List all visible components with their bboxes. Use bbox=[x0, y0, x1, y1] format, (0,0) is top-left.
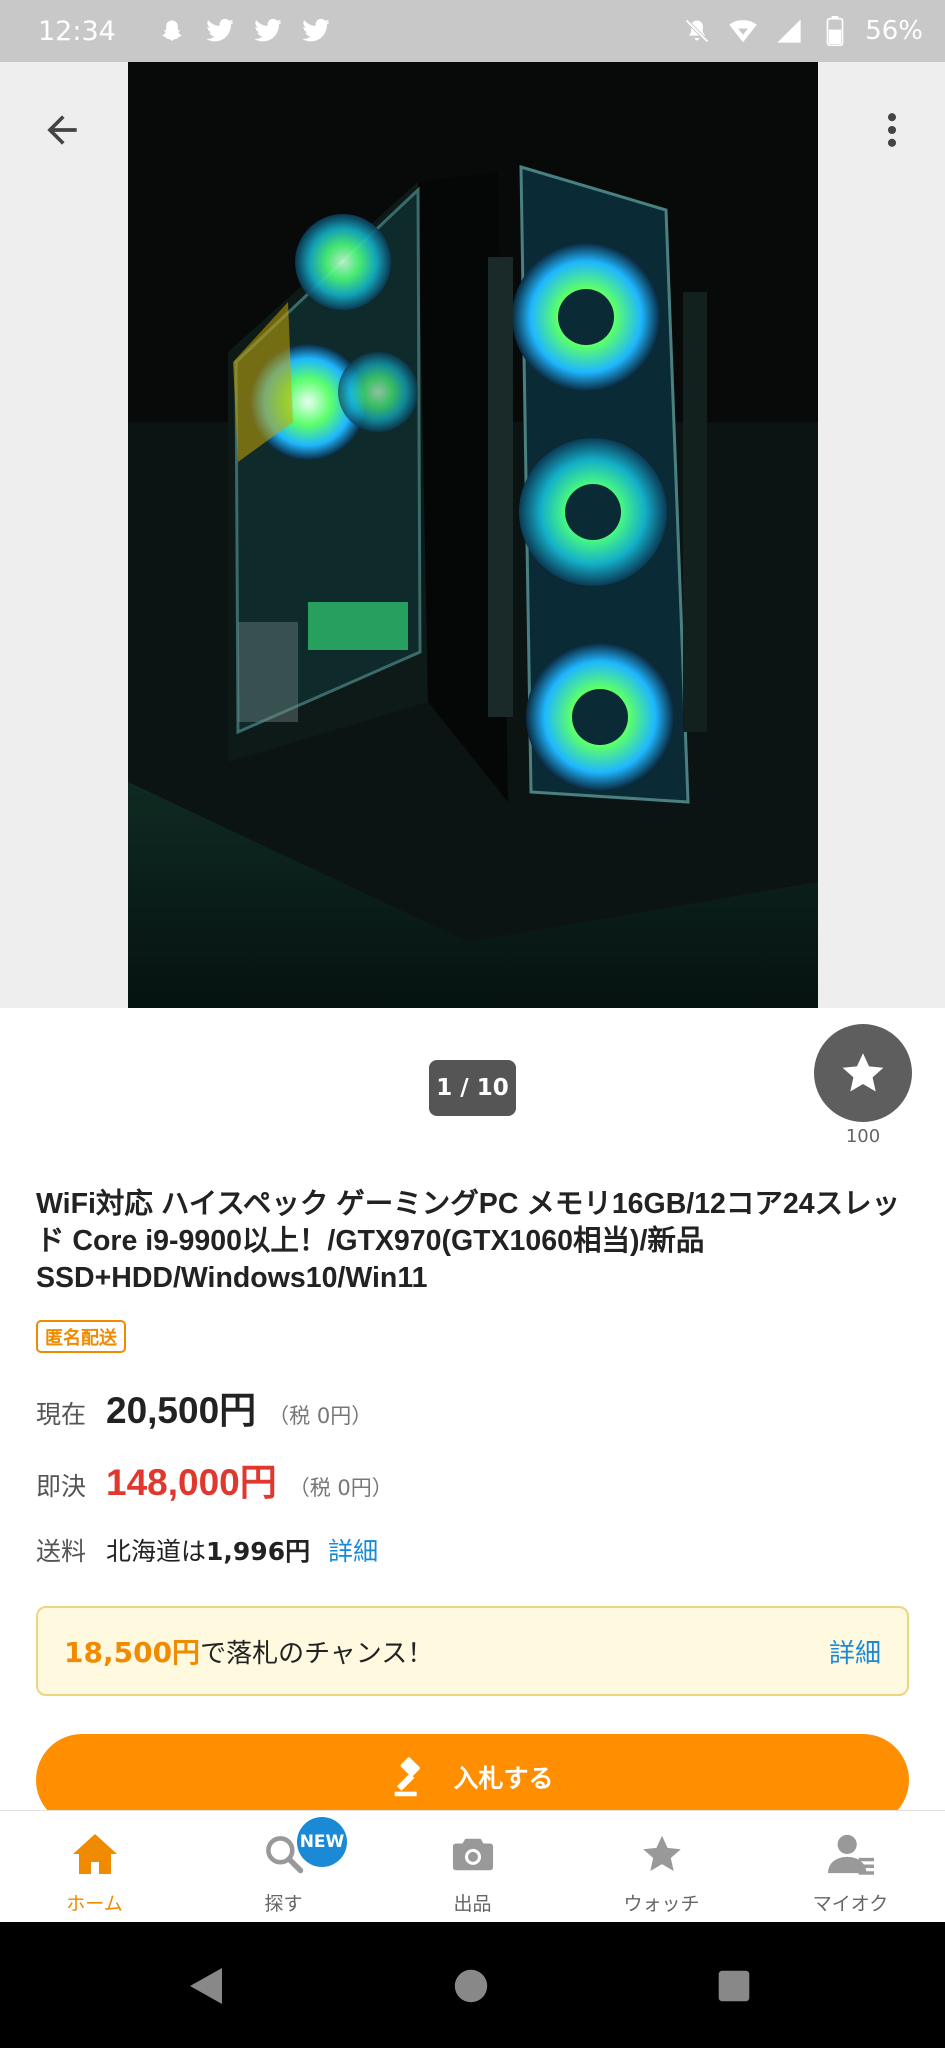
buyout-price-label: 即決 bbox=[36, 1472, 87, 1501]
watch-button[interactable] bbox=[814, 1024, 912, 1122]
square-recents-icon bbox=[717, 1969, 751, 2003]
current-price: 20,500円 bbox=[106, 1390, 257, 1431]
person-icon bbox=[826, 1829, 876, 1879]
current-price-row: 現在 20,500円 （税 0円） bbox=[36, 1380, 372, 1434]
product-photo[interactable] bbox=[128, 62, 818, 1008]
nav-label-watch: ウォッチ bbox=[623, 1893, 700, 1915]
buyout-price-tax: （税 0円） bbox=[288, 1476, 393, 1500]
winning-chance-banner[interactable]: 18,500円 で落札のチャンス！ 詳細 bbox=[36, 1606, 909, 1696]
buyout-price-row: 即決 148,000円 （税 0円） bbox=[36, 1452, 393, 1506]
chance-amount: 18,500円 bbox=[64, 1636, 201, 1669]
shipping-row: 送料 北海道は 1,996円 詳細 bbox=[36, 1532, 378, 1568]
twitter-icon bbox=[300, 15, 332, 47]
nav-item-search[interactable]: 探す NEW bbox=[189, 1811, 378, 1922]
gavel-icon bbox=[391, 1755, 435, 1799]
bottom-navigation: ホーム 探す NEW 出品 ウォッチ マイオク bbox=[0, 1810, 945, 1922]
system-recents-button[interactable] bbox=[706, 1958, 762, 2014]
new-badge: NEW bbox=[297, 1817, 347, 1867]
nav-item-home[interactable]: ホーム bbox=[0, 1811, 189, 1922]
current-price-label: 現在 bbox=[36, 1400, 87, 1429]
shipping-label: 送料 bbox=[36, 1537, 87, 1566]
bid-button-label: 入札する bbox=[453, 1764, 554, 1793]
mute-notification-icon bbox=[681, 15, 713, 47]
signal-icon bbox=[773, 15, 805, 47]
status-time: 12:34 bbox=[38, 15, 116, 47]
nav-item-sell[interactable]: 出品 bbox=[378, 1811, 567, 1922]
photo-page-counter: 1 / 10 bbox=[429, 1060, 516, 1116]
shipping-prefix: 北海道は bbox=[106, 1537, 207, 1566]
twitter-icon bbox=[252, 15, 284, 47]
snapchat-icon bbox=[156, 15, 188, 47]
chance-details-link[interactable]: 詳細 bbox=[829, 1633, 881, 1670]
wifi-icon bbox=[727, 15, 759, 47]
system-back-button[interactable] bbox=[178, 1958, 234, 2014]
circle-home-icon bbox=[453, 1968, 489, 2004]
star-icon bbox=[637, 1829, 687, 1879]
nav-item-watch[interactable]: ウォッチ bbox=[567, 1811, 756, 1922]
status-bar: 12:34 56% bbox=[0, 0, 945, 62]
system-home-button[interactable] bbox=[443, 1958, 499, 2014]
watch-count: 100 bbox=[845, 1126, 881, 1147]
nav-item-my-auction[interactable]: マイオク bbox=[756, 1811, 945, 1922]
back-arrow-icon bbox=[40, 108, 84, 152]
system-navigation-bar bbox=[0, 1922, 945, 2048]
shipping-details-link[interactable]: 詳細 bbox=[328, 1532, 378, 1568]
battery-percent: 56% bbox=[865, 16, 923, 46]
star-icon bbox=[838, 1048, 888, 1098]
buyout-price: 148,000円 bbox=[106, 1462, 277, 1503]
triangle-back-icon bbox=[188, 1966, 224, 2006]
anonymous-shipping-badge: 匿名配送 bbox=[36, 1320, 126, 1353]
nav-label-search: 探す bbox=[264, 1893, 303, 1915]
item-title: WiFi対応 ハイスペック ゲーミングPC メモリ16GB/12コア24スレッド… bbox=[36, 1188, 901, 1294]
shipping-amount: 1,996円 bbox=[206, 1537, 311, 1566]
back-button[interactable] bbox=[30, 98, 94, 162]
battery-icon bbox=[819, 15, 851, 47]
current-price-tax: （税 0円） bbox=[268, 1404, 373, 1428]
photo-carousel[interactable] bbox=[0, 62, 945, 1008]
home-icon bbox=[70, 1829, 120, 1879]
nav-label-my-auction: マイオク bbox=[812, 1893, 889, 1915]
more-vert-icon bbox=[870, 108, 914, 152]
camera-icon bbox=[448, 1829, 498, 1879]
chance-text: で落札のチャンス！ bbox=[200, 1638, 434, 1669]
twitter-icon bbox=[204, 15, 236, 47]
nav-label-home: ホーム bbox=[66, 1893, 123, 1915]
more-options-button[interactable] bbox=[860, 98, 924, 162]
nav-label-sell: 出品 bbox=[453, 1893, 492, 1915]
